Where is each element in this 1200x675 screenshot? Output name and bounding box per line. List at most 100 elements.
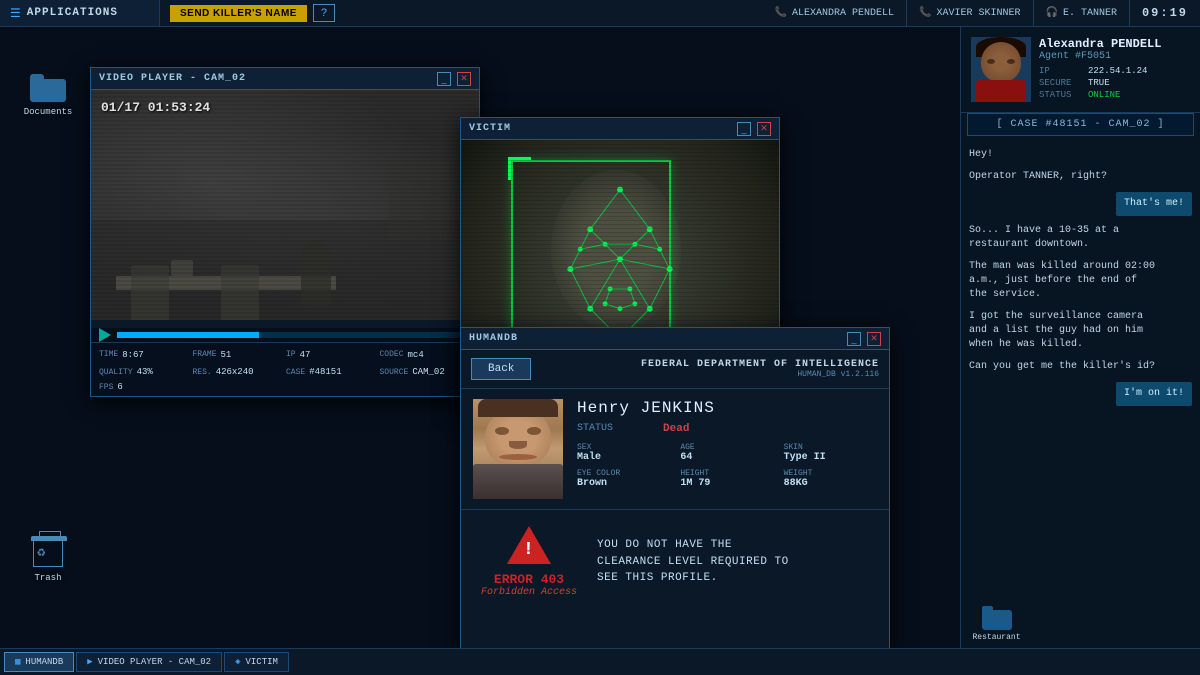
profile-photo: [473, 399, 563, 499]
desktop-icon-documents[interactable]: Documents: [18, 73, 78, 117]
back-button[interactable]: Back: [471, 358, 531, 380]
info-quality: QUALITY 43%: [99, 365, 191, 381]
eye-right: [527, 427, 541, 435]
info-source: SOURCE CAM_02: [380, 365, 472, 381]
status-row: STATUS Dead: [577, 423, 877, 435]
topbar: ☰ ApPLicATiONS SEND KILLER'S NAME ? 📞 AL…: [0, 0, 1200, 27]
chat-file-area: Restaurant: [961, 594, 1200, 648]
contact-name-2: XAVIER SKINNER: [937, 8, 1021, 19]
taskbar-humandb-label: HUMANDB: [25, 657, 63, 667]
taskbar-victim[interactable]: ◈ VICTIM: [224, 652, 289, 672]
contact-name-3: E. TANNER: [1063, 8, 1117, 19]
sex-label: SEX: [577, 443, 670, 452]
taskbar-humandb[interactable]: ▦ HUMANDB: [4, 652, 74, 672]
field-eye: EYE COLOR Brown: [577, 469, 670, 489]
video-player-window: VIDEO PLAYER - CAM_02 _ ✕ 01/17 01:53:24: [90, 67, 480, 397]
chat-msg-0: Hey!: [969, 148, 993, 162]
victim-titlebar: VICTIM _ ✕: [461, 118, 779, 140]
info-frame: FRAME 51: [193, 347, 285, 363]
info-fps: FPS 6: [99, 382, 191, 392]
icon-label-trash: Trash: [34, 573, 61, 583]
fdi-title-area: FEDERAL DEPARTMENT OF INTELLIGENCE HUMAN…: [541, 359, 879, 379]
profile-info: Henry JENKINS STATUS Dead SEX Male AGE 6…: [577, 399, 877, 499]
chat-msg-6: Can you get me the killer's id?: [969, 360, 1155, 374]
info-res: RES. 426x240: [193, 365, 285, 381]
taskbar-victim-label: VICTIM: [246, 657, 278, 667]
fdi-title-sub: HUMAN_DB v1.2.116: [541, 370, 879, 379]
video-minimize-btn[interactable]: _: [437, 72, 451, 86]
clock: 09:19: [1130, 6, 1200, 20]
play-button[interactable]: [99, 328, 111, 342]
taskbar-video[interactable]: ▶ VIDEO PLAYER - CAM_02: [76, 652, 222, 672]
info-codec: CODEC mc4: [380, 347, 472, 363]
humandb-titlebar: HUMANDB _ ✕: [461, 328, 889, 350]
chat-folder-icon: [982, 606, 1012, 630]
humandb-minimize-btn[interactable]: _: [847, 332, 861, 346]
fdi-title-main: FEDERAL DEPARTMENT OF INTELLIGENCE: [541, 359, 879, 370]
age-value: 64: [680, 452, 692, 463]
error-icon-area: ERROR 403 Forbidden Access: [481, 526, 577, 598]
chat-msg-2: That's me!: [1116, 192, 1192, 216]
send-killer-button[interactable]: SEND KILLER'S NAME: [170, 5, 307, 22]
profile-grid: SEX Male AGE 64 SKIN Type II EYE COLOR B…: [577, 443, 877, 489]
taskbar-victim-icon: ◈: [235, 657, 240, 667]
video-close-btn[interactable]: ✕: [457, 72, 471, 86]
profile-name: Henry JENKINS: [577, 399, 877, 417]
secure-label: SECURE: [1039, 78, 1084, 88]
info-row-ip: IP 222.54.1.24: [1039, 66, 1190, 76]
eye-label: EYE COLOR: [577, 469, 670, 478]
status-value: Dead: [663, 423, 689, 435]
chat-messages: Hey! Operator TANNER, right? That's me! So.…: [961, 142, 1200, 594]
chat-msg-1: Operator TANNER, right?: [969, 170, 1107, 184]
avatar-body: [976, 80, 1026, 102]
humandb-close-btn[interactable]: ✕: [867, 332, 881, 346]
humandb-header: Back FEDERAL DEPARTMENT OF INTELLIGENCE …: [461, 350, 889, 389]
help-button[interactable]: ?: [313, 4, 335, 22]
agent-id: Agent #F5051: [1039, 51, 1190, 62]
headset-icon: 🎧: [1046, 7, 1058, 19]
contact-tanner[interactable]: 🎧 E. TANNER: [1034, 0, 1130, 26]
room-laptop: [171, 260, 193, 276]
info-row-status: STATUS ONLINE: [1039, 90, 1190, 100]
agent-header: Alexandra PENDELL Agent #F5051 IP 222.54…: [961, 27, 1200, 113]
age-label: AGE: [680, 443, 773, 452]
avatar-eye-right: [1007, 59, 1015, 64]
chat-folder-label: Restaurant: [972, 633, 1020, 642]
desktop: Documents Cases Restaurant ♻ Trash VIDEO…: [0, 27, 960, 648]
info-case: CASE #48151: [286, 365, 378, 381]
humandb-window: HUMANDB _ ✕ Back FEDERAL DEPARTMENT OF I…: [460, 327, 890, 657]
room-object: [389, 160, 449, 240]
avatar-face: [971, 37, 1031, 102]
agent-avatar: [971, 37, 1031, 102]
video-title: VIDEO PLAYER - CAM_02: [99, 73, 431, 84]
progress-bar[interactable]: [117, 332, 471, 338]
victim-close-btn[interactable]: ✕: [757, 122, 771, 136]
error-description: You do not have the clearance level requ…: [597, 537, 797, 587]
agent-name: Alexandra PENDELL: [1039, 37, 1190, 51]
video-info-grid: TIME 8:67 FRAME 51 IP 47 CODEC mc4 QUALI…: [91, 342, 479, 396]
video-controls: [91, 328, 479, 342]
humandb-error: ERROR 403 Forbidden Access You do not ha…: [461, 510, 889, 614]
victim-minimize-btn[interactable]: _: [737, 122, 751, 136]
phone-icon-1: 📞: [775, 7, 787, 19]
contact-xavier[interactable]: 📞 XAVIER SKINNER: [907, 0, 1033, 26]
person-face-base: [473, 399, 563, 499]
chat-msg-3: So... I have a 10-35 at a restaurant dow…: [969, 224, 1159, 252]
field-sex: SEX Male: [577, 443, 670, 463]
height-value: 1M 79: [680, 478, 710, 489]
skin-value: Type II: [784, 452, 826, 463]
field-weight: WEIGHT 88KG: [784, 469, 877, 489]
chat-restaurant-folder[interactable]: Restaurant: [969, 606, 1024, 642]
desktop-icon-trash[interactable]: ♻ Trash: [18, 539, 78, 583]
recycle-icon: ♻: [37, 544, 45, 561]
chat-msg-4: The man was killed around 02:00 a.m., ju…: [969, 260, 1159, 302]
ip-value: 222.54.1.24: [1088, 66, 1147, 76]
field-skin: SKIN Type II: [784, 443, 877, 463]
chat-msg-5: I got the surveillance camera and a list…: [969, 310, 1159, 352]
contact-name-1: ALEXANDRA PENDELL: [792, 8, 894, 19]
mouth: [499, 454, 537, 460]
secure-value: TRUE: [1088, 78, 1110, 88]
ip-label: IP: [1039, 66, 1084, 76]
contact-alexandra[interactable]: 📞 ALEXANDRA PENDELL: [763, 0, 907, 26]
sex-value: Male: [577, 452, 601, 463]
